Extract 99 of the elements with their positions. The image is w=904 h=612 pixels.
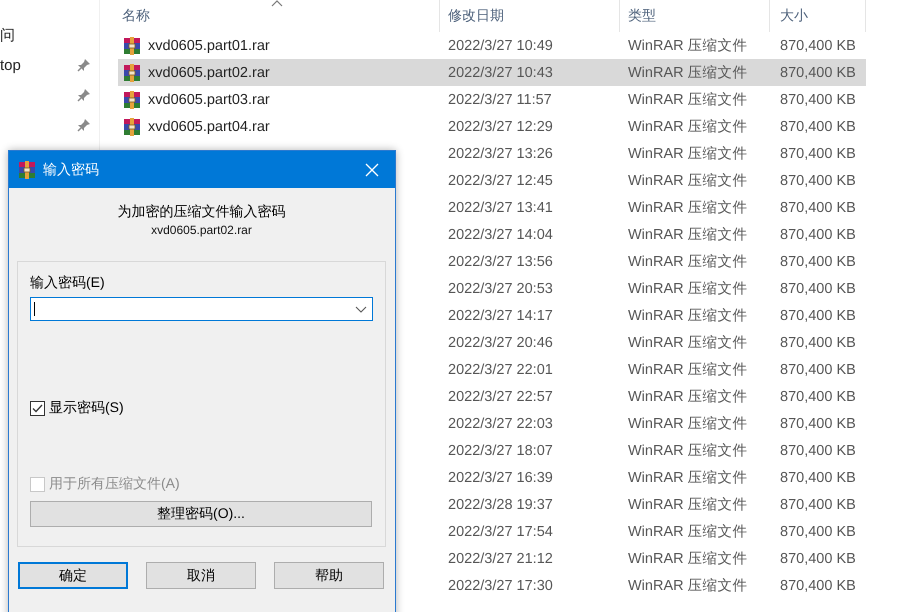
close-icon xyxy=(365,162,379,176)
file-type: WinRAR 压缩文件 xyxy=(628,91,748,109)
file-type: WinRAR 压缩文件 xyxy=(628,415,748,433)
file-name[interactable]: xvd0605.part01.rar xyxy=(148,38,270,54)
file-row[interactable]: xvd0605.part01.rar 2022/3/27 10:49 WinRAR 压缩文件 870,400 KB xyxy=(118,32,866,59)
file-type: WinRAR 压缩文件 xyxy=(628,388,748,406)
column-header[interactable]: 名称 xyxy=(118,0,440,32)
file-type: WinRAR 压缩文件 xyxy=(628,226,748,244)
modified-date: 2022/3/27 22:03 xyxy=(448,416,553,432)
file-type: WinRAR 压缩文件 xyxy=(628,442,748,460)
file-size: 870,400 KB xyxy=(780,64,856,80)
modified-date: 2022/3/27 16:39 xyxy=(448,470,553,486)
file-row[interactable]: xvd0605.part02.rar 2022/3/27 10:43 WinRAR 压缩文件 870,400 KB xyxy=(118,59,866,86)
modified-date: 2022/3/27 11:57 xyxy=(448,92,552,108)
file-type: WinRAR 压缩文件 xyxy=(628,37,748,55)
archive-icon xyxy=(18,160,36,178)
archive-icon xyxy=(123,90,141,108)
pin-icon xyxy=(77,118,91,132)
modified-date: 2022/3/27 12:29 xyxy=(448,118,553,134)
file-name[interactable]: xvd0605.part04.rar xyxy=(148,118,270,134)
file-row[interactable]: xvd0605.part04.rar 2022/3/27 12:29 WinRAR 压缩文件 870,400 KB xyxy=(118,113,866,140)
file-type: WinRAR 压缩文件 xyxy=(628,334,748,352)
file-row[interactable]: xvd0605.part03.rar 2022/3/27 11:57 WinRAR 压缩文件 870,400 KB xyxy=(118,86,866,113)
file-size: 870,400 KB xyxy=(780,362,856,378)
file-name[interactable]: xvd0605.part02.rar xyxy=(148,64,270,80)
dialog-button[interactable]: 帮助 xyxy=(274,562,384,589)
file-size: 870,400 KB xyxy=(780,524,856,540)
archive-icon xyxy=(123,36,141,54)
file-size: 870,400 KB xyxy=(780,470,856,486)
file-size: 870,400 KB xyxy=(780,92,856,108)
file-size: 870,400 KB xyxy=(780,388,856,404)
sidebar-item[interactable]: top xyxy=(0,56,21,74)
file-size: 870,400 KB xyxy=(780,416,856,432)
file-size: 870,400 KB xyxy=(780,578,856,594)
file-size: 870,400 KB xyxy=(780,38,856,54)
file-size: 870,400 KB xyxy=(780,442,856,458)
file-size: 870,400 KB xyxy=(780,550,856,566)
modified-date: 2022/3/28 19:37 xyxy=(448,496,553,512)
sidebar-item[interactable]: 问 xyxy=(0,26,15,44)
file-type: WinRAR 压缩文件 xyxy=(628,253,748,271)
file-type: WinRAR 压缩文件 xyxy=(628,280,748,298)
dropdown-icon xyxy=(355,306,367,312)
file-size: 870,400 KB xyxy=(780,146,856,162)
file-type: WinRAR 压缩文件 xyxy=(628,64,748,82)
file-type: WinRAR 压缩文件 xyxy=(628,118,748,136)
pin-icon xyxy=(77,88,91,102)
modified-date: 2022/3/27 13:26 xyxy=(448,146,553,162)
dialog-button[interactable]: 取消 xyxy=(146,562,256,589)
file-type: WinRAR 压缩文件 xyxy=(628,469,748,487)
file-size: 870,400 KB xyxy=(780,334,856,350)
modified-date: 2022/3/27 17:54 xyxy=(448,524,553,540)
file-type: WinRAR 压缩文件 xyxy=(628,307,748,325)
file-type: WinRAR 压缩文件 xyxy=(628,577,748,595)
file-size: 870,400 KB xyxy=(780,172,856,188)
file-type: WinRAR 压缩文件 xyxy=(628,145,748,163)
file-name[interactable]: xvd0605.part03.rar xyxy=(148,92,270,108)
check-icon xyxy=(32,404,43,412)
column-header[interactable]: 修改日期 xyxy=(440,0,620,32)
file-size: 870,400 KB xyxy=(780,254,856,270)
file-type: WinRAR 压缩文件 xyxy=(628,496,748,514)
modified-date: 2022/3/27 18:07 xyxy=(448,442,553,458)
file-type: WinRAR 压缩文件 xyxy=(628,361,748,379)
modified-date: 2022/3/27 10:49 xyxy=(448,38,553,54)
modified-date: 2022/3/27 13:56 xyxy=(448,254,553,270)
field-label: 输入密码(E) xyxy=(30,274,106,292)
modified-date: 2022/3/27 22:01 xyxy=(448,362,553,378)
modified-date: 2022/3/27 10:43 xyxy=(448,64,553,80)
dialog-heading: 为加密的压缩文件输入密码 xyxy=(116,203,286,221)
archive-icon xyxy=(123,118,141,136)
pin-icon xyxy=(77,58,91,72)
column-header[interactable]: 类型 xyxy=(620,0,770,32)
column-header[interactable]: 大小 xyxy=(770,0,866,32)
modified-date: 2022/3/27 14:04 xyxy=(448,226,553,242)
organize-passwords-button[interactable]: 整理密码(O)... xyxy=(30,501,372,527)
checkbox-label[interactable]: 显示密码(S) xyxy=(49,399,124,417)
file-type: WinRAR 压缩文件 xyxy=(628,172,748,190)
modified-date: 2022/3/27 17:30 xyxy=(448,578,553,594)
file-type: WinRAR 压缩文件 xyxy=(628,523,748,541)
checkbox[interactable] xyxy=(30,400,45,416)
modified-date: 2022/3/27 14:17 xyxy=(448,308,553,324)
modified-date: 2022/3/27 21:12 xyxy=(448,550,553,566)
modified-date: 2022/3/27 12:45 xyxy=(448,172,553,188)
modified-date: 2022/3/27 20:46 xyxy=(448,334,553,350)
modified-date: 2022/3/27 22:57 xyxy=(448,388,553,404)
file-type: WinRAR 压缩文件 xyxy=(628,199,748,217)
dialog-button[interactable]: 确定 xyxy=(18,562,128,589)
archive-icon xyxy=(123,64,141,82)
window-title: 输入密码 xyxy=(43,160,99,178)
file-size: 870,400 KB xyxy=(780,226,856,242)
file-size: 870,400 KB xyxy=(780,280,856,296)
file-size: 870,400 KB xyxy=(780,496,856,512)
file-type: WinRAR 压缩文件 xyxy=(628,550,748,568)
file-size: 870,400 KB xyxy=(780,118,856,134)
file-size: 870,400 KB xyxy=(780,200,856,216)
file-size: 870,400 KB xyxy=(780,308,856,324)
archive-name: xvd0605.part02.rar xyxy=(150,223,253,237)
modified-date: 2022/3/27 20:53 xyxy=(448,280,553,296)
modified-date: 2022/3/27 13:41 xyxy=(448,200,553,216)
password-field[interactable] xyxy=(30,297,373,321)
